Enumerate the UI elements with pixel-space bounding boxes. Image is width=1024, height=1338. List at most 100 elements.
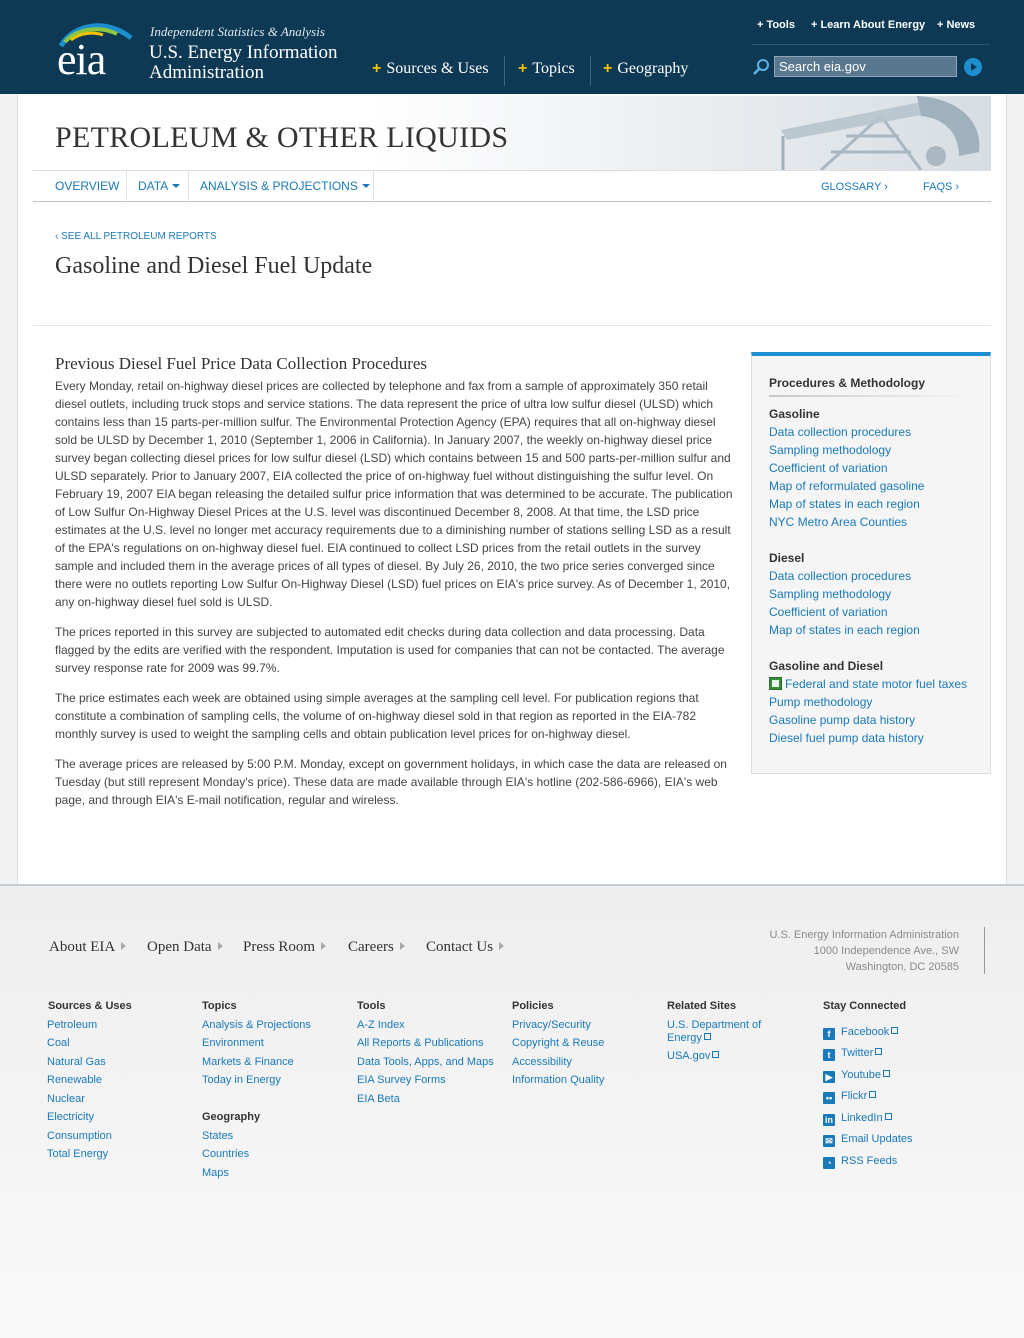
footer-link[interactable]: Natural Gas bbox=[47, 1056, 106, 1069]
sidebar-link[interactable]: Federal and state motor fuel taxes bbox=[769, 677, 967, 691]
util-news[interactable]: + News bbox=[937, 19, 975, 31]
footer-link[interactable]: States bbox=[202, 1130, 233, 1143]
footer-link[interactable]: Countries bbox=[202, 1148, 249, 1161]
footer-nav-press-room[interactable]: Press Room bbox=[243, 939, 327, 956]
footer-link[interactable]: EIA Survey Forms bbox=[357, 1074, 446, 1087]
nav-geography[interactable]: + Geography bbox=[603, 60, 688, 78]
dropdown-caret-icon bbox=[172, 184, 181, 188]
sidebar-link[interactable]: Sampling methodology bbox=[769, 443, 891, 457]
subnav-data[interactable]: DATA bbox=[138, 179, 181, 193]
sidebar-link[interactable]: Coefficient of variation bbox=[769, 461, 888, 475]
sidebar-link[interactable]: Sampling methodology bbox=[769, 587, 891, 601]
footer-heading-stay-connected: Stay Connected bbox=[823, 1000, 907, 1012]
sidebar-link[interactable]: Gasoline pump data history bbox=[769, 713, 915, 727]
footer-heading-policies: Policies bbox=[512, 1000, 554, 1012]
paragraph: The price estimates each week are obtain… bbox=[55, 691, 699, 741]
footer-link[interactable]: Markets & Finance bbox=[202, 1056, 294, 1069]
plus-icon: + bbox=[811, 19, 818, 31]
paragraph: The average prices are released by 5:00 … bbox=[55, 757, 727, 807]
arrow-right-icon bbox=[217, 942, 223, 950]
footer-heading-topics: Topics bbox=[202, 1000, 237, 1012]
nav-sources-uses[interactable]: + Sources & Uses bbox=[372, 60, 489, 78]
sidebar-link[interactable]: Map of states in each region bbox=[769, 497, 920, 511]
eia-logo-text[interactable]: eia bbox=[57, 38, 106, 82]
footer-nav-open-data[interactable]: Open Data bbox=[147, 939, 223, 956]
sidebar-link[interactable]: NYC Metro Area Counties bbox=[769, 515, 907, 529]
spreadsheet-icon bbox=[769, 677, 782, 690]
sidebar-divider bbox=[769, 395, 973, 397]
see-all-reports-link[interactable]: ‹ SEE ALL PETROLEUM REPORTS bbox=[55, 231, 217, 242]
footer-link[interactable]: Privacy/Security bbox=[512, 1019, 591, 1032]
subnav-analysis-projections[interactable]: ANALYSIS & PROJECTIONS bbox=[200, 179, 370, 193]
rss-feeds-link[interactable]: ◔ RSS Feeds bbox=[823, 1155, 897, 1169]
footer-link[interactable]: Electricity bbox=[47, 1111, 94, 1124]
org-name-line2[interactable]: Administration bbox=[149, 62, 264, 84]
footer-link[interactable]: Nuclear bbox=[47, 1093, 85, 1106]
footer-nav-about-eia[interactable]: About EIA bbox=[49, 939, 127, 956]
footer-link[interactable]: Analysis & Projections bbox=[202, 1019, 311, 1032]
search-submit-button[interactable] bbox=[964, 58, 982, 76]
footer-link[interactable]: Consumption bbox=[47, 1130, 112, 1143]
footer-link[interactable]: A-Z Index bbox=[357, 1019, 405, 1032]
sidebar-heading-gasoline-diesel: Gasoline and Diesel bbox=[769, 659, 884, 673]
sidebar-link[interactable]: Diesel fuel pump data history bbox=[769, 731, 924, 745]
sidebar-link[interactable]: Coefficient of variation bbox=[769, 605, 888, 619]
subnav-overview[interactable]: OVERVIEW bbox=[55, 179, 119, 193]
social-facebook-link[interactable]: f Facebook bbox=[823, 1026, 899, 1040]
footer-link-doe[interactable]: U.S. Department of Energy bbox=[667, 1019, 761, 1045]
social-linkedin-link[interactable]: in LinkedIn bbox=[823, 1112, 892, 1126]
footer-link[interactable]: Today in Energy bbox=[202, 1074, 281, 1087]
sidebar-link[interactable]: Pump methodology bbox=[769, 695, 872, 709]
footer-link[interactable]: Total Energy bbox=[47, 1148, 108, 1161]
plus-icon: + bbox=[757, 19, 764, 31]
footer-link[interactable]: Data Tools, Apps, and Maps bbox=[357, 1056, 494, 1069]
sidebar-heading-gasoline: Gasoline bbox=[769, 407, 820, 421]
footer-link[interactable]: Information Quality bbox=[512, 1074, 604, 1087]
sidebar-link[interactable]: Data collection procedures bbox=[769, 569, 911, 583]
footer-link[interactable]: Renewable bbox=[47, 1074, 102, 1087]
org-name-line1[interactable]: U.S. Energy Information bbox=[149, 42, 338, 64]
flickr-icon: •• bbox=[823, 1092, 835, 1104]
external-link-icon bbox=[703, 1033, 711, 1040]
social-youtube-link[interactable]: ▶ Youtube bbox=[823, 1069, 890, 1083]
footer-link[interactable]: Environment bbox=[202, 1037, 264, 1050]
util-learn-about-energy[interactable]: + Learn About Energy bbox=[811, 19, 925, 31]
footer-link-usagov[interactable]: USA.gov bbox=[667, 1050, 720, 1063]
subnav-faqs[interactable]: FAQS › bbox=[923, 181, 959, 193]
youtube-icon: ▶ bbox=[823, 1071, 835, 1083]
plus-icon: + bbox=[372, 60, 382, 77]
search-icon bbox=[753, 59, 769, 75]
footer-link[interactable]: EIA Beta bbox=[357, 1093, 400, 1106]
footer-link[interactable]: All Reports & Publications bbox=[357, 1037, 484, 1050]
footer-link[interactable]: Petroleum bbox=[47, 1019, 97, 1032]
footer-address-line: 1000 Independence Ave., SW bbox=[813, 945, 959, 957]
sidebar-link[interactable]: Map of states in each region bbox=[769, 623, 920, 637]
linkedin-icon: in bbox=[823, 1114, 835, 1126]
plus-icon: + bbox=[518, 60, 528, 77]
facebook-icon: f bbox=[823, 1028, 835, 1040]
methodology-sidebar: Procedures & Methodology Gasoline Data c… bbox=[751, 352, 991, 774]
footer-link[interactable]: Accessibility bbox=[512, 1056, 572, 1069]
main-content: Previous Diesel Fuel Price Data Collecti… bbox=[55, 354, 735, 821]
sidebar-link[interactable]: Map of reformulated gasoline bbox=[769, 479, 924, 493]
arrow-right-icon bbox=[321, 942, 327, 950]
subnav-divider bbox=[126, 171, 127, 202]
footer-nav-contact-us[interactable]: Contact Us bbox=[426, 939, 505, 956]
nav-topics[interactable]: + Topics bbox=[518, 60, 575, 78]
subnav-glossary[interactable]: GLOSSARY › bbox=[821, 181, 888, 193]
pumpjack-illustration-icon bbox=[781, 96, 980, 170]
footer-heading-related-sites: Related Sites bbox=[667, 1000, 737, 1012]
util-tools[interactable]: + Tools bbox=[757, 19, 795, 31]
social-twitter-link[interactable]: t Twitter bbox=[823, 1047, 883, 1061]
social-flickr-link[interactable]: •• Flickr bbox=[823, 1090, 877, 1104]
footer-link[interactable]: Copyright & Reuse bbox=[512, 1037, 604, 1050]
title-divider bbox=[33, 325, 991, 326]
email-updates-link[interactable]: ✉ Email Updates bbox=[823, 1133, 913, 1147]
sidebar-link[interactable]: Data collection procedures bbox=[769, 425, 911, 439]
footer-nav-careers[interactable]: Careers bbox=[348, 939, 405, 956]
dropdown-caret-icon bbox=[361, 184, 370, 188]
footer-link[interactable]: Coal bbox=[47, 1037, 70, 1050]
search-input[interactable] bbox=[774, 56, 957, 77]
external-link-icon bbox=[712, 1051, 720, 1058]
footer-link[interactable]: Maps bbox=[202, 1167, 229, 1180]
